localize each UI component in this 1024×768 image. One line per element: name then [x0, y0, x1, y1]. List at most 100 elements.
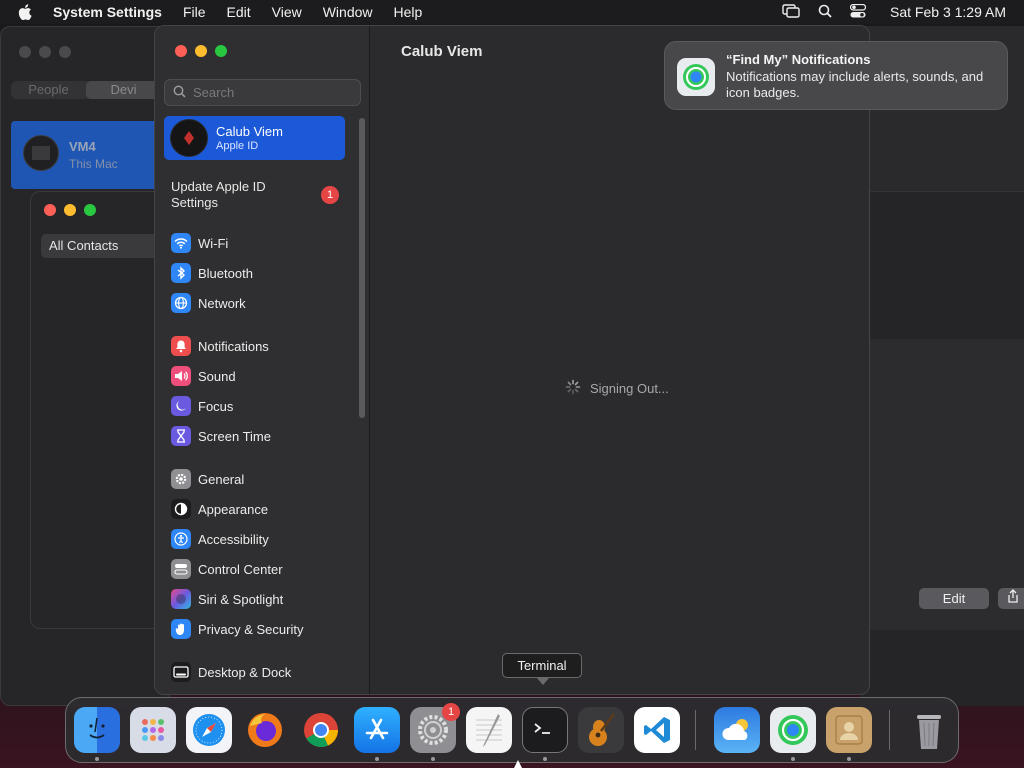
spotlight-search-icon[interactable] [818, 4, 832, 21]
accessibility-icon [171, 529, 191, 549]
textedit-icon[interactable] [466, 707, 512, 753]
menu-view[interactable]: View [272, 4, 302, 20]
edit-button[interactable]: Edit [919, 588, 989, 609]
siri-icon [171, 589, 191, 609]
settings-sidebar: Search Calub Viem Apple ID Update Apple … [155, 26, 370, 694]
menu-help[interactable]: Help [394, 4, 423, 20]
sidebar-item-siri-spotlight[interactable]: Siri & Spotlight [171, 587, 283, 611]
sidebar-item-apple-id[interactable]: Calub Viem Apple ID [164, 116, 345, 160]
page-title: Calub Viem [401, 43, 483, 60]
minimize-button[interactable] [64, 204, 76, 216]
sidebar-item-label: Appearance [198, 501, 269, 517]
search-field[interactable]: Search [164, 79, 361, 106]
account-subtitle: Apple ID [216, 140, 259, 152]
minimize-button[interactable] [195, 45, 207, 57]
vscode-icon[interactable] [634, 707, 680, 753]
sidebar-item-appearance[interactable]: Appearance [171, 497, 268, 521]
sidebar-item-privacy-security[interactable]: Privacy & Security [171, 617, 303, 641]
zoom-button[interactable] [215, 45, 227, 57]
zoom-button[interactable] [84, 204, 96, 216]
sidebar-item-label: Notifications [198, 338, 269, 354]
close-button[interactable] [19, 46, 31, 58]
trash-icon[interactable] [906, 707, 952, 753]
sidebar-item-label: Network [198, 295, 246, 311]
dock-tooltip: Terminal [502, 653, 582, 685]
vm-subtitle: This Mac [69, 157, 118, 171]
running-indicator [431, 757, 435, 761]
notification-banner[interactable]: “Find My” Notifications Notifications ma… [664, 41, 1008, 110]
safari-icon[interactable] [186, 707, 232, 753]
menu-clock[interactable]: Sat Feb 3 1:29 AM [890, 4, 1006, 20]
gear-icon [171, 469, 191, 489]
app-store-icon[interactable] [354, 707, 400, 753]
chrome-icon[interactable] [298, 707, 344, 753]
sidebar-item-label: Desktop & Dock [198, 664, 292, 680]
mouse-cursor [514, 760, 522, 768]
sidebar-item-label: Sound [198, 368, 236, 384]
avatar [170, 119, 208, 157]
globe-icon [171, 293, 191, 313]
sidebar-item-label: Accessibility [198, 531, 269, 547]
close-button[interactable] [175, 45, 187, 57]
vm-card[interactable]: VM4 This Mac [11, 121, 161, 189]
dock-separator [695, 710, 696, 750]
window-controls-inactive [19, 46, 71, 58]
apple-menu-icon[interactable] [18, 4, 38, 20]
sidebar-item-desktop-dock[interactable]: Desktop & Dock [171, 660, 291, 684]
running-indicator [543, 757, 547, 761]
weather-icon[interactable] [714, 707, 760, 753]
contacts-icon[interactable] [826, 707, 872, 753]
all-contacts-item[interactable]: All Contacts [41, 234, 171, 258]
dock-icon [171, 662, 191, 682]
appearance-icon [171, 499, 191, 519]
vm-name: VM4 [69, 139, 96, 154]
terminal-icon[interactable] [522, 707, 568, 753]
sidebar-item-accessibility[interactable]: Accessibility [171, 527, 269, 551]
signing-out-status: Signing Out... [565, 379, 669, 398]
sidebar-item-focus[interactable]: Focus [171, 394, 233, 418]
tab-devices[interactable]: Devi [86, 81, 161, 99]
running-indicator [95, 757, 99, 761]
find-my-icon [677, 58, 715, 96]
garageband-icon[interactable] [578, 707, 624, 753]
sidebar-scrollbar[interactable] [359, 118, 365, 418]
zoom-button[interactable] [59, 46, 71, 58]
share-button[interactable] [998, 588, 1024, 609]
screen-mirroring-icon[interactable] [782, 3, 800, 21]
sidebar-item-sound[interactable]: Sound [171, 364, 236, 388]
close-button[interactable] [44, 204, 56, 216]
running-indicator [847, 757, 851, 761]
sidebar-item-label: Privacy & Security [198, 621, 304, 637]
status-text: Signing Out... [590, 381, 669, 396]
menu-edit[interactable]: Edit [227, 4, 251, 20]
moon-icon [171, 396, 191, 416]
sidebar-item-update-apple-id[interactable]: Update Apple ID Settings [171, 179, 301, 211]
menu-window[interactable]: Window [323, 4, 373, 20]
account-name: Calub Viem [216, 124, 283, 139]
segmented-control: People Devi [11, 81, 161, 99]
contacts-window: All Contacts [30, 191, 171, 629]
control-center-icon[interactable] [849, 3, 867, 21]
firefox-icon[interactable] [242, 707, 288, 753]
menu-file[interactable]: File [183, 4, 206, 20]
finder-icon[interactable] [74, 707, 120, 753]
minimize-button[interactable] [39, 46, 51, 58]
wifi-icon [171, 233, 191, 253]
sidebar-item-wifi[interactable]: Wi-Fi [171, 231, 228, 255]
sidebar-item-network[interactable]: Network [171, 291, 246, 315]
window-controls [175, 45, 227, 57]
sidebar-item-general[interactable]: General [171, 467, 244, 491]
background-panel [868, 191, 1024, 339]
find-my-icon[interactable] [770, 707, 816, 753]
computer-icon [23, 135, 59, 171]
sidebar-item-label: General [198, 471, 245, 487]
menu-app-name[interactable]: System Settings [53, 4, 162, 20]
sidebar-item-screen-time[interactable]: Screen Time [171, 424, 271, 448]
tab-people[interactable]: People [11, 81, 86, 99]
launchpad-icon[interactable] [130, 707, 176, 753]
spinner-icon [565, 379, 590, 398]
background-panel-lower [860, 630, 1024, 706]
sidebar-item-control-center[interactable]: Control Center [171, 557, 283, 581]
sidebar-item-notifications[interactable]: Notifications [171, 334, 269, 358]
sidebar-item-bluetooth[interactable]: Bluetooth [171, 261, 253, 285]
